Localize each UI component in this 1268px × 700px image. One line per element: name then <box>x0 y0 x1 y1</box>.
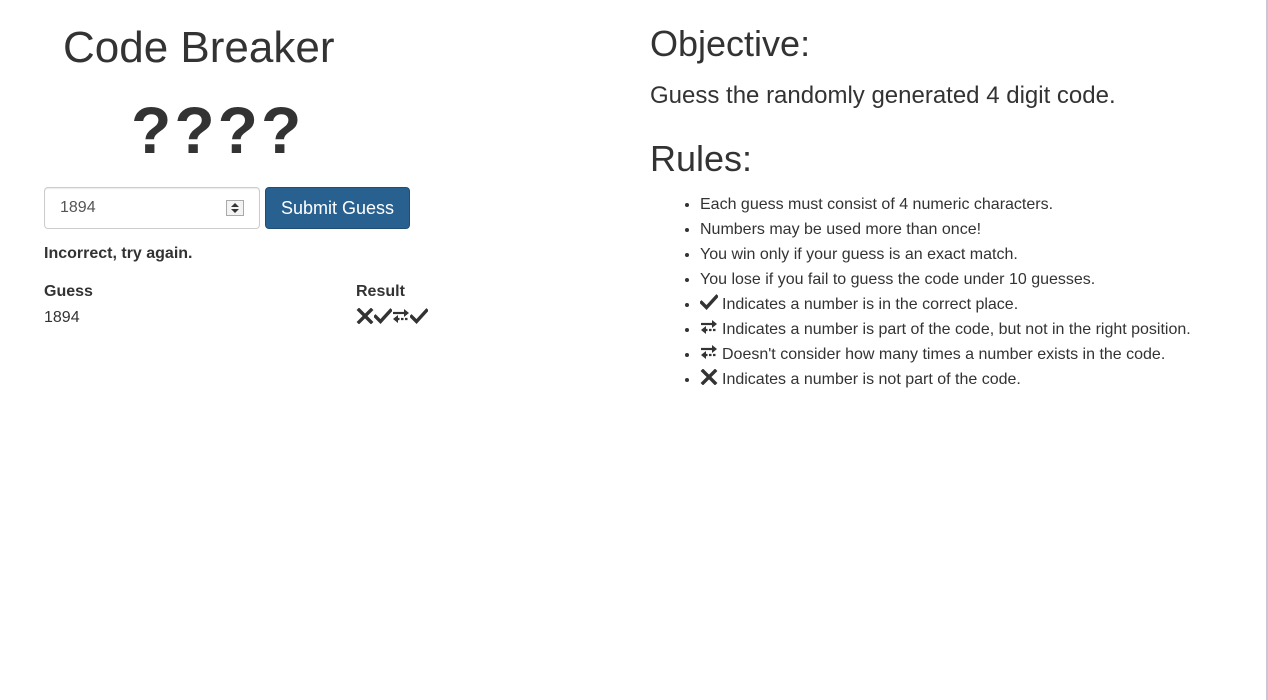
rule-text: You win only if your guess is an exact m… <box>700 246 1018 263</box>
rule-item: Indicates a number is part of the code, … <box>700 317 1230 342</box>
guess-input[interactable] <box>45 188 215 228</box>
rule-text: Indicates a number is not part of the co… <box>722 371 1021 388</box>
rules-heading: Rules: <box>650 138 753 179</box>
rule-text: Indicates a number is in the correct pla… <box>722 296 1019 313</box>
spinner-up-icon[interactable] <box>227 201 243 208</box>
rule-item: Each guess must consist of 4 numeric cha… <box>700 192 1230 217</box>
rule-text: Numbers may be used more than once! <box>700 221 982 238</box>
check-icon <box>373 308 393 324</box>
rules-list: Each guess must consist of 4 numeric cha… <box>650 192 1230 392</box>
rule-text: Indicates a number is part of the code, … <box>722 321 1191 338</box>
swap-icon <box>700 318 718 334</box>
guess-column-header: Guess <box>44 283 93 300</box>
rule-text: Doesn't consider how many times a number… <box>722 346 1166 363</box>
history-row: 1894 <box>44 304 464 332</box>
objective-text: Guess the randomly generated 4 digit cod… <box>650 82 1116 109</box>
guess-history-table: Guess Result 1894 <box>44 280 464 332</box>
history-header-row: Guess Result <box>44 280 464 304</box>
rule-item: Indicates a number is not part of the co… <box>700 367 1230 392</box>
rule-item: Doesn't consider how many times a number… <box>700 342 1230 367</box>
app-title: Code Breaker <box>63 23 335 72</box>
swap-icon <box>700 343 718 359</box>
objective-heading: Objective: <box>650 23 811 64</box>
swap-icon <box>392 308 410 324</box>
check-icon <box>699 293 719 310</box>
guess-form: Submit Guess <box>44 187 411 229</box>
status-message: Incorrect, try again. <box>44 245 193 262</box>
rule-text: Each guess must consist of 4 numeric cha… <box>700 196 1054 213</box>
history-guess-cell: 1894 <box>44 309 80 326</box>
guess-input-wrapper <box>44 187 260 229</box>
check-icon <box>409 308 429 324</box>
rule-item: Numbers may be used more than once! <box>700 217 1230 242</box>
history-body: 1894 <box>44 304 464 332</box>
spinner-down-icon[interactable] <box>227 208 243 215</box>
submit-guess-button[interactable]: Submit Guess <box>265 187 411 229</box>
x-icon <box>356 307 374 325</box>
rule-text: You lose if you fail to guess the code u… <box>700 271 1096 288</box>
rule-item: Indicates a number is in the correct pla… <box>699 292 1230 317</box>
x-icon <box>700 368 718 386</box>
code-breaker-page: Code Breaker ???? Submit Guess Incorrect… <box>0 0 1268 700</box>
guess-input-spinner[interactable] <box>226 200 244 216</box>
result-column-header: Result <box>356 283 405 300</box>
rule-item: You lose if you fail to guess the code u… <box>700 267 1230 292</box>
hidden-code-display: ???? <box>131 93 305 167</box>
result-icon-group <box>356 304 429 328</box>
rule-item: You win only if your guess is an exact m… <box>700 242 1230 267</box>
history-result-cell <box>356 304 464 332</box>
